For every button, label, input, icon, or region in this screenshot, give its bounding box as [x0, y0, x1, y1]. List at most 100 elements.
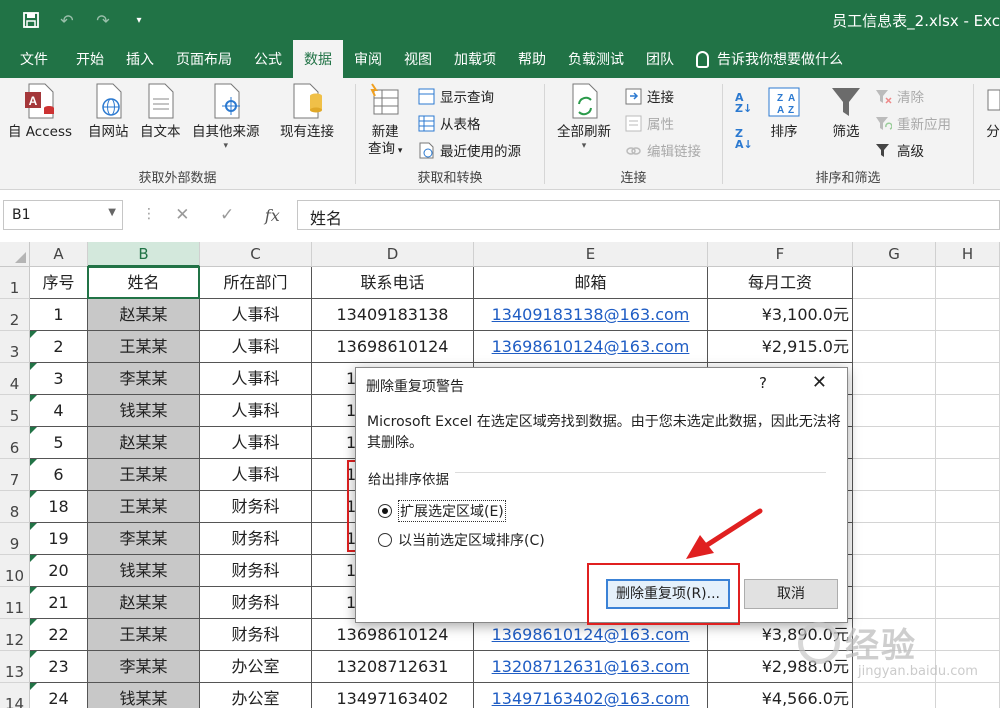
cell-c7[interactable]: 人事科 — [200, 459, 312, 491]
tell-me-box[interactable]: 告诉我你想要做什么 — [685, 40, 854, 78]
error-indicator-icon[interactable] — [30, 427, 37, 434]
cell-c8[interactable]: 财务科 — [200, 491, 312, 523]
sort-z-to-a-button[interactable]: Z A↓ — [735, 128, 753, 150]
cell-empty[interactable] — [853, 587, 936, 619]
cell-c12[interactable]: 财务科 — [200, 619, 312, 651]
cell-empty[interactable] — [853, 523, 936, 555]
cell-f13[interactable]: ¥2,988.0元 — [708, 651, 853, 683]
cell-b12[interactable]: 王某某 — [88, 619, 200, 651]
row-header[interactable]: 13 — [0, 651, 30, 683]
cell-empty[interactable] — [853, 651, 936, 683]
from-access-button[interactable]: A 自 Access — [8, 82, 72, 141]
from-web-button[interactable]: 自网站 — [88, 82, 129, 141]
error-indicator-icon[interactable] — [30, 651, 37, 658]
cell-empty[interactable] — [936, 619, 1000, 651]
column-header-g[interactable]: G — [853, 242, 936, 267]
save-icon[interactable] — [20, 9, 42, 31]
cell-b8[interactable]: 王某某 — [88, 491, 200, 523]
customize-qat-icon[interactable]: ▾ — [128, 9, 150, 31]
cell-empty[interactable] — [936, 683, 1000, 708]
cell-c5[interactable]: 人事科 — [200, 395, 312, 427]
cell-empty[interactable] — [853, 555, 936, 587]
cell-a6[interactable]: 5 — [30, 427, 88, 459]
tab-insert[interactable]: 插入 — [115, 40, 165, 78]
cell-b3[interactable]: 王某某 — [88, 331, 200, 363]
error-indicator-icon[interactable] — [30, 331, 37, 338]
row-header[interactable]: 8 — [0, 491, 30, 523]
cell-a4[interactable]: 3 — [30, 363, 88, 395]
cell-empty[interactable] — [936, 555, 1000, 587]
cell-a12[interactable]: 22 — [30, 619, 88, 651]
tab-addins[interactable]: 加载项 — [443, 40, 507, 78]
radio-checked-icon[interactable] — [378, 504, 392, 518]
cell-empty[interactable] — [936, 363, 1000, 395]
cell-a3[interactable]: 2 — [30, 331, 88, 363]
cell-empty[interactable] — [853, 267, 936, 299]
error-indicator-icon[interactable] — [30, 683, 37, 690]
row-header[interactable]: 9 — [0, 523, 30, 555]
filter-button[interactable]: 筛选 — [829, 82, 863, 141]
cell-a11[interactable]: 21 — [30, 587, 88, 619]
from-table-button[interactable]: 从表格 — [418, 113, 481, 133]
confirm-entry-icon[interactable]: ✓ — [220, 205, 234, 225]
tab-page-layout[interactable]: 页面布局 — [165, 40, 243, 78]
tab-data[interactable]: 数据 — [293, 40, 343, 78]
cell-a9[interactable]: 19 — [30, 523, 88, 555]
error-indicator-icon[interactable] — [30, 363, 37, 370]
cell-empty[interactable] — [936, 267, 1000, 299]
cell-f2[interactable]: ¥3,100.0元 — [708, 299, 853, 331]
tab-load-test[interactable]: 负载测试 — [557, 40, 635, 78]
column-header-a[interactable]: A — [30, 242, 88, 267]
new-query-button[interactable]: 新建 查询 ▾ — [368, 82, 402, 160]
cancel-entry-icon[interactable]: ✕ — [175, 205, 189, 225]
tab-review[interactable]: 审阅 — [343, 40, 393, 78]
cell-b7[interactable]: 王某某 — [88, 459, 200, 491]
cell-empty[interactable] — [936, 427, 1000, 459]
cell-b1[interactable]: 姓名 — [88, 267, 200, 299]
sort-a-to-z-button[interactable]: A Z↓ — [735, 92, 752, 114]
cell-empty[interactable] — [853, 363, 936, 395]
from-text-button[interactable]: 自文本 — [140, 82, 181, 141]
cell-b4[interactable]: 李某某 — [88, 363, 200, 395]
error-indicator-icon[interactable] — [30, 587, 37, 594]
row-header[interactable]: 2 — [0, 299, 30, 331]
cell-a10[interactable]: 20 — [30, 555, 88, 587]
cell-b10[interactable]: 钱某某 — [88, 555, 200, 587]
cell-c11[interactable]: 财务科 — [200, 587, 312, 619]
properties-button[interactable]: 属性 — [625, 113, 674, 133]
row-header[interactable]: 14 — [0, 683, 30, 708]
existing-connections-button[interactable]: 现有连接 — [280, 82, 334, 141]
cell-f1[interactable]: 每月工资 — [708, 267, 853, 299]
redo-icon[interactable]: ↷ — [92, 9, 114, 31]
radio-expand-selection[interactable]: 扩展选定区域(E) — [378, 500, 506, 522]
error-indicator-icon[interactable] — [30, 555, 37, 562]
cell-c3[interactable]: 人事科 — [200, 331, 312, 363]
cell-empty[interactable] — [853, 395, 936, 427]
error-indicator-icon[interactable] — [30, 395, 37, 402]
cell-empty[interactable] — [936, 395, 1000, 427]
recent-sources-button[interactable]: 最近使用的源 — [418, 140, 521, 160]
cell-b5[interactable]: 钱某某 — [88, 395, 200, 427]
cell-b14[interactable]: 钱某某 — [88, 683, 200, 708]
tab-formulas[interactable]: 公式 — [243, 40, 293, 78]
sort-button[interactable]: ZAAZ 排序 — [767, 82, 801, 141]
row-header[interactable]: 7 — [0, 459, 30, 491]
cell-e3[interactable]: 13698610124@163.com — [474, 331, 708, 363]
insert-function-icon[interactable]: fx — [265, 206, 280, 225]
cell-a7[interactable]: 6 — [30, 459, 88, 491]
cell-c13[interactable]: 办公室 — [200, 651, 312, 683]
name-box[interactable]: B1 ▼ — [3, 200, 123, 230]
column-header-h[interactable]: H — [936, 242, 1000, 267]
row-header[interactable]: 12 — [0, 619, 30, 651]
cell-a5[interactable]: 4 — [30, 395, 88, 427]
row-header[interactable]: 5 — [0, 395, 30, 427]
undo-icon[interactable]: ↶ — [56, 9, 78, 31]
reapply-button[interactable]: 重新应用 — [875, 113, 951, 133]
name-box-dropdown-icon[interactable]: ▼ — [108, 207, 116, 218]
cell-e14[interactable]: 13497163402@163.com — [474, 683, 708, 708]
column-header-f[interactable]: F — [708, 242, 853, 267]
edit-links-button[interactable]: 编辑链接 — [625, 140, 701, 160]
cell-empty[interactable] — [936, 459, 1000, 491]
cell-b11[interactable]: 赵某某 — [88, 587, 200, 619]
row-header[interactable]: 6 — [0, 427, 30, 459]
